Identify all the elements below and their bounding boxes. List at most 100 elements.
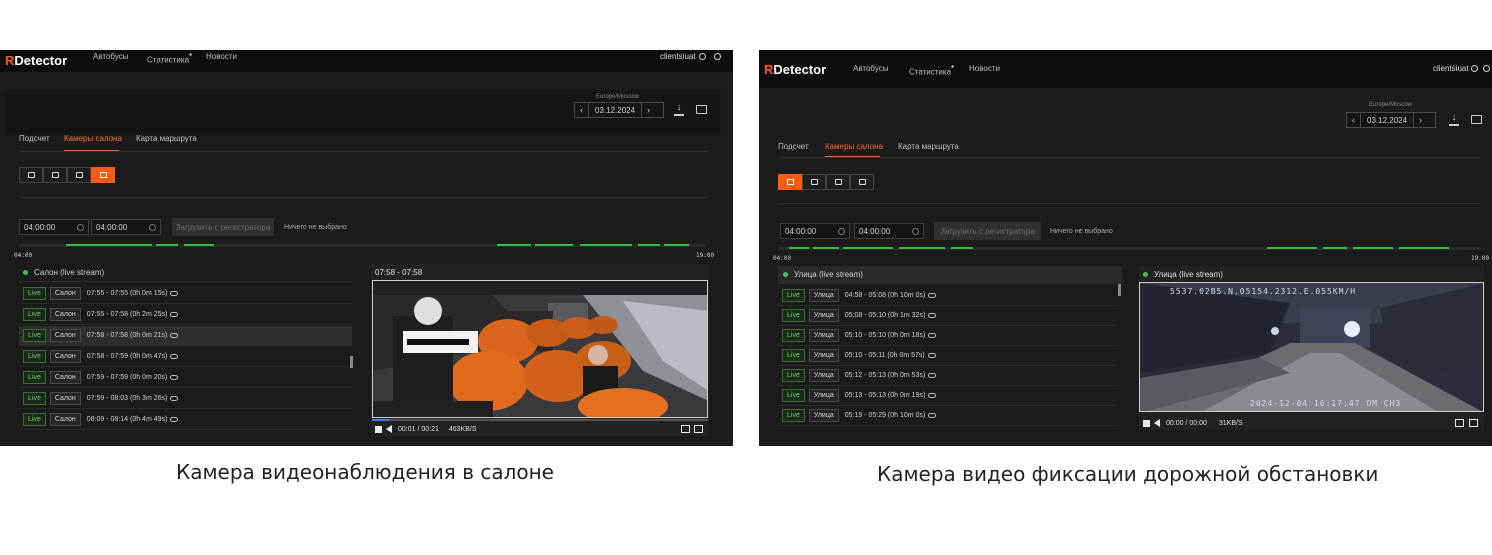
prev-date-button[interactable]: ‹ — [1347, 113, 1361, 127]
recording-row[interactable]: Live Салон 07:59 - 07:59 (0h 0m 20s) — [19, 368, 352, 388]
cloud-download-icon[interactable] — [928, 293, 937, 298]
live-badge: Live — [23, 413, 46, 426]
live-badge: Live — [782, 409, 805, 422]
cloud-download-icon[interactable] — [170, 333, 179, 338]
nav-news[interactable]: Новости — [206, 52, 237, 61]
date-value[interactable]: 03.12.2024 — [1361, 116, 1413, 125]
cloud-download-icon[interactable] — [170, 396, 179, 401]
fullscreen-icon[interactable] — [694, 425, 703, 433]
rdetector-logo[interactable]: RDetector — [764, 62, 826, 77]
date-picker[interactable]: ‹ 03.12.2024 › — [1346, 112, 1436, 128]
nav-buses[interactable]: Автобусы — [853, 64, 889, 73]
fullscreen-icon[interactable] — [1469, 419, 1478, 427]
bell-icon[interactable] — [1471, 65, 1478, 72]
camera-2-button[interactable] — [43, 167, 67, 183]
snapshot-icon[interactable] — [1455, 419, 1464, 427]
tab-route-map[interactable]: Карта маршрута — [136, 134, 197, 143]
camera-badge: Салон — [49, 350, 81, 363]
stop-icon[interactable] — [375, 425, 382, 433]
recording-row[interactable]: Live Улица 05:08 - 05:10 (0h 1m 32s) — [778, 306, 1118, 326]
date-picker[interactable]: ‹ 03.12.2024 › — [574, 102, 664, 118]
recording-row[interactable]: Live Салон 08:09 - 08:14 (0h 4m 49s) — [19, 410, 352, 430]
download-icon[interactable]: ↓ — [1449, 113, 1459, 126]
cloud-download-icon[interactable] — [928, 393, 937, 398]
username[interactable]: clientsiuat — [1433, 64, 1469, 73]
recording-row[interactable]: Live Улица 05:12 - 05:13 (0h 0m 53s) — [778, 366, 1118, 386]
camera-1-button[interactable] — [778, 174, 802, 190]
recording-row[interactable]: Live Салон 07:55 - 07:58 (0h 2m 25s) — [19, 305, 352, 325]
cloud-download-icon[interactable] — [170, 354, 179, 359]
time-from-input[interactable]: 04:00:00 — [780, 223, 850, 239]
camera-3-button[interactable] — [826, 174, 850, 190]
snapshot-icon[interactable] — [681, 425, 690, 433]
rdetector-logo[interactable]: RDetector — [5, 53, 67, 68]
recording-time: 05:10 - 05:10 (0h 0m 18s) — [844, 332, 926, 339]
camera-1-button[interactable] — [19, 167, 43, 183]
volume-icon[interactable] — [1154, 419, 1160, 427]
video-camera-icon[interactable] — [1471, 115, 1482, 124]
recording-row[interactable]: Live Салон 07:58 - 07:59 (0h 0m 47s) — [19, 347, 352, 367]
camera-4-button[interactable] — [850, 174, 874, 190]
recording-row[interactable]: Live Улица 05:10 - 05:11 (0h 0m 57s) — [778, 346, 1118, 366]
cloud-download-icon[interactable] — [170, 291, 179, 296]
time-to-input[interactable]: 04:00:00 — [91, 219, 161, 235]
tab-cabin-cameras[interactable]: Камеры салона — [825, 142, 883, 151]
road-video-frame[interactable]: 5537.02B5.N.05154.2312.E.055KM/H 2024-12… — [1139, 282, 1484, 412]
nav-news[interactable]: Новости — [969, 64, 1000, 73]
tab-count[interactable]: Подсчет — [778, 142, 809, 151]
time-to-input[interactable]: 04:00:00 — [854, 223, 924, 239]
playback-progress-bar[interactable] — [372, 419, 708, 421]
cloud-download-icon[interactable] — [928, 333, 937, 338]
prev-date-button[interactable]: ‹ — [575, 103, 589, 117]
camera-4-button[interactable] — [91, 167, 115, 183]
cloud-download-icon[interactable] — [928, 373, 937, 378]
logout-icon[interactable] — [714, 53, 721, 60]
live-badge: Live — [23, 392, 46, 405]
recording-row-selected[interactable]: Live Салон 07:58 - 07:58 (0h 0m 21s) — [19, 326, 352, 346]
tab-route-map[interactable]: Карта маршрута — [898, 142, 959, 151]
load-from-recorder-button[interactable]: Загрузить с регистратора — [172, 218, 274, 236]
bell-icon[interactable] — [699, 53, 706, 60]
next-date-button[interactable]: › — [641, 103, 655, 117]
nav-buses[interactable]: Автобусы — [93, 52, 129, 61]
cloud-download-icon[interactable] — [170, 312, 179, 317]
timezone-label: Europe/Moscow — [596, 94, 640, 100]
recording-row[interactable]: Live Салон 07:55 - 07:55 (0h 0m 15s) — [19, 284, 352, 304]
cloud-download-icon[interactable] — [927, 353, 936, 358]
camera-badge: Салон — [49, 392, 81, 405]
logout-icon[interactable] — [1483, 65, 1490, 72]
cloud-download-icon[interactable] — [170, 375, 179, 380]
nothing-selected-label: Ничего не выбрано — [1050, 228, 1113, 235]
timeline-segment — [789, 247, 809, 249]
load-from-recorder-button[interactable]: Загрузить с регистратора — [934, 222, 1041, 240]
cloud-download-icon[interactable] — [928, 413, 937, 418]
date-value[interactable]: 03.12.2024 — [589, 106, 641, 115]
video-camera-icon[interactable] — [696, 105, 707, 114]
cloud-download-icon[interactable] — [928, 313, 937, 318]
nav-statistics[interactable]: Статистика* — [147, 52, 192, 65]
live-badge: Live — [782, 289, 805, 302]
cabin-video-frame[interactable] — [372, 280, 708, 418]
recording-row[interactable]: Live Улица 05:10 - 05:10 (0h 0m 18s) — [778, 326, 1118, 346]
cloud-download-icon[interactable] — [170, 417, 179, 422]
tab-cabin-cameras[interactable]: Камеры салона — [64, 134, 122, 143]
stop-icon[interactable] — [1143, 419, 1150, 427]
recording-time: 07:58 - 07:59 (0h 0m 47s) — [86, 353, 168, 360]
download-icon[interactable]: ↓ — [674, 103, 684, 116]
recording-row[interactable]: Live Улица 04:58 - 05:08 (0h 10m 0s) — [778, 286, 1118, 306]
recording-time: 07:59 - 07:59 (0h 0m 20s) — [86, 374, 168, 381]
recording-row[interactable]: Live Улица 05:13 - 05:13 (0h 0m 19s) — [778, 386, 1118, 406]
tab-count[interactable]: Подсчет — [19, 134, 50, 143]
next-date-button[interactable]: › — [1413, 113, 1427, 127]
list-scrollbar[interactable] — [350, 356, 353, 368]
camera-3-button[interactable] — [67, 167, 91, 183]
username[interactable]: clientsiuat — [660, 52, 696, 61]
nav-statistics[interactable]: Статистика* — [909, 64, 954, 77]
time-from-input[interactable]: 04:00:00 — [19, 219, 89, 235]
list-scrollbar[interactable] — [1118, 284, 1121, 296]
camera-badge: Салон — [49, 413, 81, 426]
camera-2-button[interactable] — [802, 174, 826, 190]
volume-icon[interactable] — [386, 425, 392, 433]
recording-row[interactable]: Live Улица 05:19 - 05:29 (0h 10m 0s) — [778, 406, 1118, 426]
recording-row[interactable]: Live Салон 07:59 - 08:03 (0h 3m 26s) — [19, 389, 352, 409]
